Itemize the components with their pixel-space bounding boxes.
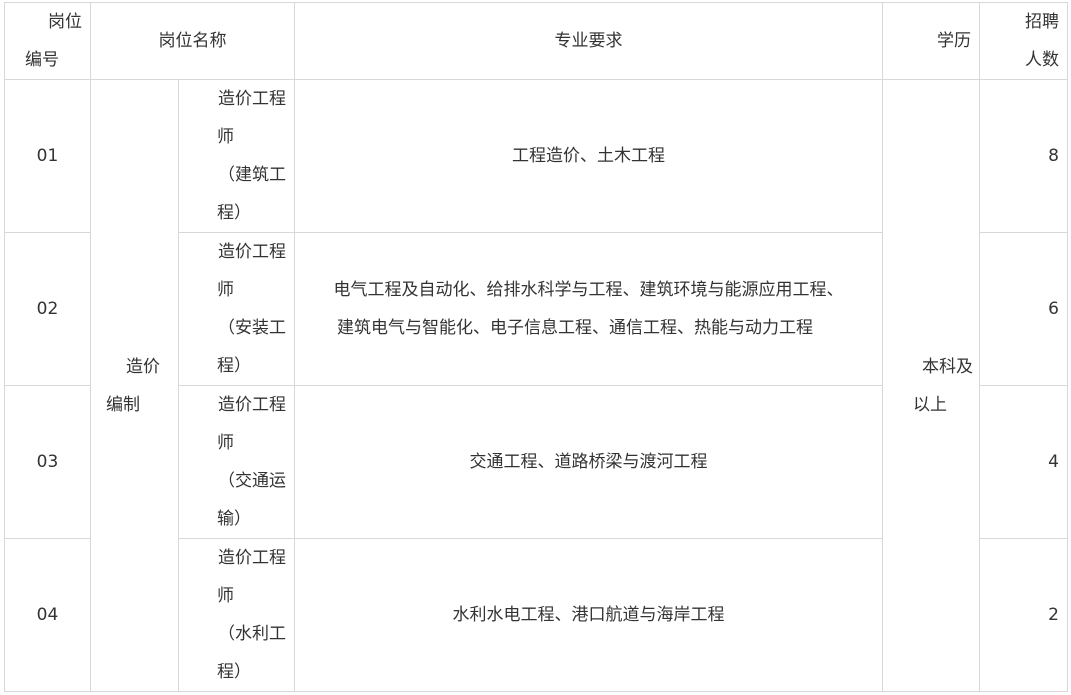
position-title-cell: 造价工程 师 （水利工 程） — [178, 538, 295, 692]
position-id-cell: 02 — [4, 232, 91, 386]
major-line: 建筑电气与智能化、电子信息工程、通信工程、热能与动力工程 — [337, 318, 813, 338]
position-title-line: 造价工程 — [218, 395, 286, 415]
position-title-line: 师 — [217, 280, 234, 300]
position-title-line: 输） — [217, 509, 251, 529]
major-line: 水利水电工程、港口航道与海岸工程 — [452, 605, 725, 625]
position-title-line: （水利工 — [218, 624, 286, 644]
position-title-cell: 造价工程 师 （安装工 程） — [178, 232, 295, 386]
page: { "table": { "headers": { "id_line1": "岗… — [0, 0, 1071, 695]
position-title-line: 程） — [217, 356, 251, 376]
major-cell: 电气工程及自动化、给排水科学与工程、建筑环境与能源应用工程、 建筑电气与智能化、… — [294, 232, 883, 386]
major-line: 交通工程、道路桥梁与渡河工程 — [469, 452, 708, 472]
position-title-line: 师 — [217, 433, 234, 453]
header-major: 专业要求 — [294, 2, 883, 80]
education-line1: 本科及 — [922, 356, 973, 377]
major-line: 工程造价、土木工程 — [512, 146, 665, 166]
header-education: 学历 — [882, 2, 980, 80]
position-title-cell: 造价工程 师 （交通运 输） — [178, 385, 295, 539]
table-row: 01 造价 编制 造价工程 师 （建筑工 程） 工程造价、土木工程 本科及 以上… — [4, 79, 1068, 692]
header-row: 岗位 编号 岗位名称 专业要求 学历 招聘 人数 — [4, 2, 1068, 80]
position-title-line: 造价工程 — [218, 548, 286, 568]
header-headcount-line2: 人数 — [1025, 50, 1059, 70]
position-id-cell: 03 — [4, 385, 91, 539]
header-position-name: 岗位名称 — [90, 2, 295, 80]
position-title-line: （建筑工 — [218, 165, 286, 185]
position-title-line: （交通运 — [218, 471, 286, 491]
category-line1: 造价 — [126, 356, 160, 377]
position-title-line: 造价工程 — [218, 242, 286, 262]
category-line2: 编制 — [106, 394, 140, 415]
education-line2: 以上 — [913, 394, 947, 415]
position-title-line: （安装工 — [218, 318, 286, 338]
major-cell: 水利水电工程、港口航道与海岸工程 — [294, 538, 883, 692]
major-line: 电气工程及自动化、给排水科学与工程、建筑环境与能源应用工程、 — [333, 280, 844, 300]
header-position-id-line1: 岗位 — [48, 12, 82, 32]
headcount-cell: 4 — [979, 385, 1068, 539]
headcount-cell: 6 — [979, 232, 1068, 386]
education-cell: 本科及 以上 — [882, 79, 980, 692]
position-id-cell: 04 — [4, 538, 91, 692]
header-position-id-line2: 编号 — [25, 50, 59, 70]
category-cell: 造价 编制 — [90, 79, 179, 692]
position-title-line: 造价工程 — [218, 89, 286, 109]
position-title-line: 程） — [217, 203, 251, 223]
headcount-cell: 8 — [979, 79, 1068, 233]
major-cell: 交通工程、道路桥梁与渡河工程 — [294, 385, 883, 539]
header-headcount-line1: 招聘 — [1025, 12, 1059, 32]
recruitment-table: 岗位 编号 岗位名称 专业要求 学历 招聘 人数 01 造价 编制 造价工程 师… — [4, 2, 1068, 692]
position-title-line: 师 — [217, 127, 234, 147]
headcount-cell: 2 — [979, 538, 1068, 692]
position-title-line: 程） — [217, 662, 251, 682]
major-cell: 工程造价、土木工程 — [294, 79, 883, 233]
header-position-id: 岗位 编号 — [4, 2, 91, 80]
position-title-cell: 造价工程 师 （建筑工 程） — [178, 79, 295, 233]
header-headcount: 招聘 人数 — [979, 2, 1068, 80]
position-title-line: 师 — [217, 586, 234, 606]
position-id-cell: 01 — [4, 79, 91, 233]
